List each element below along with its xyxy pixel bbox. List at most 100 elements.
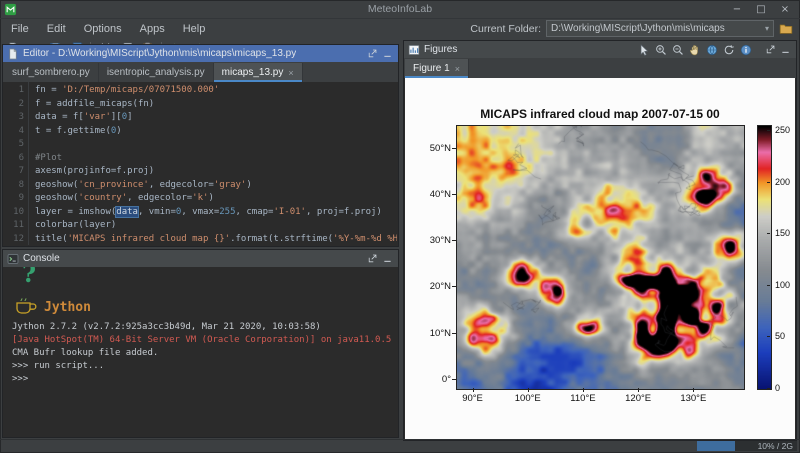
figures-tab-bar: Figure 1 ×: [404, 58, 796, 79]
editor-tab-micaps_13-py[interactable]: micaps_13.py ×: [214, 63, 303, 82]
line-numbers: 123456789101112: [4, 82, 29, 245]
line-number: 7: [4, 165, 24, 179]
menu-edit[interactable]: Edit: [38, 22, 75, 36]
colorbar-tick: [767, 182, 770, 183]
select-arrow-button[interactable]: [636, 42, 652, 57]
console-line: [Java HotSpot(TM) 64-Bit Server VM (Orac…: [12, 334, 389, 347]
editor-doc-icon: [7, 48, 19, 60]
coffee-cup-icon: [14, 297, 38, 315]
tab-label: isentropic_analysis.py: [107, 67, 205, 78]
float-panel-button[interactable]: [366, 252, 379, 265]
console-output[interactable]: ? Jython Jython 2.7.2 (v2.7.2:925a3cc3b4…: [4, 267, 397, 436]
menu-apps[interactable]: Apps: [131, 22, 174, 36]
console-panel-header[interactable]: Console: [3, 250, 398, 267]
x-tick: [583, 388, 584, 392]
float-panel-button[interactable]: [366, 47, 379, 60]
colorbar-tick: [767, 388, 770, 389]
close-button[interactable]: ×: [774, 2, 796, 17]
close-tab-icon[interactable]: ×: [288, 68, 293, 78]
figures-panel-buttons: [764, 43, 792, 56]
code-line: axesm(projinfo=f.proj): [35, 165, 397, 179]
window-title: MeteoInfoLab: [368, 3, 432, 15]
figures-panel-header[interactable]: Figures: [404, 41, 796, 58]
menu-bar: FileEditOptionsAppsHelp Current Folder: …: [0, 19, 800, 38]
zoom-out-button[interactable]: [670, 42, 686, 57]
line-number: 9: [4, 192, 24, 206]
menu-options[interactable]: Options: [75, 22, 131, 36]
colorbar-tick-label: 100: [775, 280, 790, 290]
code-line: data = f['var'][0]: [35, 111, 397, 125]
line-number: 12: [4, 233, 24, 246]
colorbar-tick-label: 150: [775, 228, 790, 238]
tab-label: surf_sombrero.py: [12, 67, 90, 78]
y-tick-label: 40°N: [407, 189, 451, 200]
figures-panel: Figures Figure 1 × MICAPS infrared cloud…: [403, 40, 797, 441]
y-tick: [452, 148, 456, 149]
select-arrow-icon: [638, 44, 650, 56]
colorbar-tick-label: 0: [775, 383, 780, 393]
x-tick: [693, 388, 694, 392]
x-tick-label: 100°E: [515, 393, 541, 404]
minimize-panel-button[interactable]: [381, 252, 394, 265]
editor-tab-surf_sombrero-py[interactable]: surf_sombrero.py: [4, 63, 99, 82]
tab-label: micaps_13.py: [222, 67, 284, 78]
zoom-in-icon: [655, 44, 667, 56]
cloud-map-image[interactable]: [456, 125, 745, 390]
y-tick-label: 30°N: [407, 235, 451, 246]
zoom-in-button[interactable]: [653, 42, 669, 57]
code-text[interactable]: fn = 'D:/Temp/micaps/07071500.000'f = ad…: [29, 82, 397, 245]
editor-panel-header[interactable]: Editor - D:\Working\MIScript\Jython\mis\…: [3, 45, 398, 62]
figures-chart-icon: [408, 44, 420, 56]
line-number: 11: [4, 219, 24, 233]
code-editor[interactable]: 123456789101112 fn = 'D:/Temp/micaps/070…: [4, 82, 397, 245]
title-bar: MeteoInfoLab −□×: [0, 0, 800, 19]
minimize-panel-button[interactable]: [381, 47, 394, 60]
minimize-panel-button[interactable]: [779, 43, 792, 56]
close-figure-icon[interactable]: ×: [455, 64, 460, 74]
editor-tab-isentropic_analysis-py[interactable]: isentropic_analysis.py: [99, 63, 214, 82]
code-line: t = f.gettime(0): [35, 125, 397, 139]
app-logo-icon: [4, 3, 17, 16]
y-tick-label: 50°N: [407, 143, 451, 154]
menu-file[interactable]: File: [2, 22, 38, 36]
menu-help[interactable]: Help: [174, 22, 215, 36]
identify-info-button[interactable]: [738, 42, 754, 57]
x-tick-label: 130°E: [680, 393, 706, 404]
current-folder-combobox[interactable]: D:\Working\MIScript\Jython\mis\micaps ▾: [546, 20, 774, 37]
memory-indicator[interactable]: 10% / 2G: [697, 441, 797, 451]
browse-folder-button[interactable]: [779, 22, 793, 36]
figures-panel-title: Figures: [424, 44, 457, 55]
line-number: 5: [4, 138, 24, 152]
x-tick: [638, 388, 639, 392]
console-terminal-icon: [7, 253, 19, 265]
identify-info-icon: [740, 44, 752, 56]
pan-hand-button[interactable]: [687, 42, 703, 57]
figure-1-tab[interactable]: Figure 1 ×: [405, 59, 469, 78]
minimize-button[interactable]: −: [726, 2, 748, 17]
colorbar-tick: [767, 130, 770, 131]
full-extent-globe-button[interactable]: [704, 42, 720, 57]
rotate-button[interactable]: [721, 42, 737, 57]
colorbar-tick: [767, 233, 770, 234]
y-tick-label: 0°: [407, 374, 451, 385]
code-line: title('MICAPS infrared cloud map {}'.for…: [35, 233, 397, 246]
line-number: 3: [4, 111, 24, 125]
x-tick-label: 90°E: [462, 393, 483, 404]
colorbar-tick: [767, 336, 770, 337]
float-panel-button[interactable]: [764, 43, 777, 56]
colorbar-tick-label: 50: [775, 331, 785, 341]
minimize-icon: [382, 253, 393, 264]
rotate-icon: [723, 44, 735, 56]
console-line: >>>: [12, 373, 389, 386]
x-tick-label: 110°E: [570, 393, 595, 404]
y-tick: [452, 194, 456, 195]
figure-tab-label: Figure 1: [413, 63, 450, 74]
y-tick: [452, 333, 456, 334]
y-tick-label: 10°N: [407, 328, 451, 339]
x-tick: [473, 388, 474, 392]
maximize-button[interactable]: □: [750, 2, 772, 17]
float-icon: [367, 253, 378, 264]
line-number: 2: [4, 98, 24, 112]
jython-logo-text: Jython: [44, 301, 91, 314]
current-folder-label: Current Folder:: [470, 23, 541, 35]
